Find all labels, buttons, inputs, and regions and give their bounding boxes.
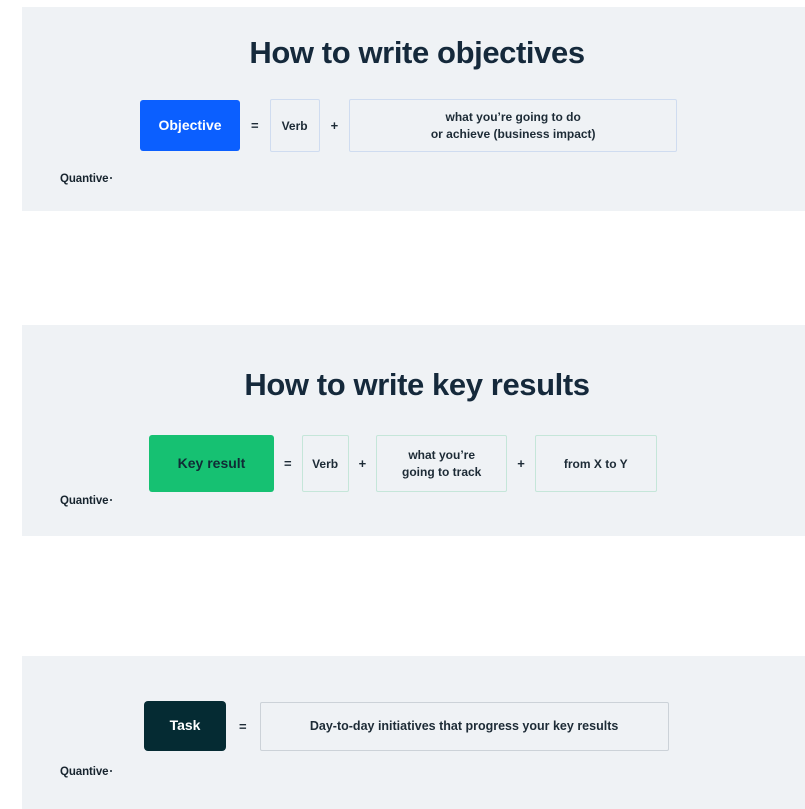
- panel-key-results-heading: How to write key results: [244, 367, 590, 402]
- key-result-chip: Key result: [149, 435, 274, 493]
- objective-formula-row: Objective = Verb + what you’re going to …: [22, 99, 805, 153]
- objective-description-box: what you’re going to do or achieve (busi…: [349, 99, 678, 153]
- equals-operator: =: [284, 456, 292, 472]
- quantive-logo: Quantive: [60, 172, 112, 186]
- objective-description-line1: what you’re going to do: [445, 110, 581, 125]
- registered-mark-icon: [109, 499, 112, 501]
- equals-operator: =: [239, 718, 247, 734]
- plus-operator: +: [330, 118, 339, 134]
- task-description-box: Day-to-day initiatives that progress you…: [259, 701, 669, 751]
- panel-objectives: How to write objectives Objective = Verb…: [22, 7, 805, 211]
- quantive-logo: Quantive: [60, 765, 112, 779]
- key-result-track-line2: going to track: [402, 464, 482, 479]
- plus-operator-1: +: [358, 456, 367, 472]
- panel-tasks: Task = Day-to-day initiatives that progr…: [22, 656, 805, 809]
- registered-mark-icon: [109, 177, 112, 179]
- key-result-verb-box: Verb: [301, 435, 349, 493]
- okr-formula-infographic: How to write objectives Objective = Verb…: [0, 0, 805, 809]
- equals-operator: =: [251, 118, 259, 134]
- quantive-wordmark: Quantive: [60, 172, 109, 185]
- quantive-logo: Quantive: [60, 494, 112, 508]
- key-result-track-box: what you’re going to track: [376, 435, 508, 493]
- key-result-range-box: from X to Y: [534, 435, 657, 493]
- key-result-track-line1: what you’re: [408, 448, 476, 463]
- task-chip: Task: [144, 701, 226, 751]
- key-result-formula-row: Key result = Verb + what you’re going to…: [22, 435, 805, 493]
- plus-operator-2: +: [517, 456, 525, 472]
- quantive-wordmark: Quantive: [60, 494, 109, 507]
- registered-mark-icon: [109, 770, 112, 772]
- quantive-wordmark: Quantive: [60, 765, 109, 778]
- objective-verb-box: Verb: [269, 99, 320, 153]
- task-formula-row: Task = Day-to-day initiatives that progr…: [22, 701, 805, 751]
- panel-key-results: How to write key results Key result = Ve…: [22, 325, 805, 536]
- objective-chip: Objective: [140, 100, 240, 152]
- objective-description-line2: or achieve (business impact): [430, 126, 596, 141]
- panel-objectives-heading: How to write objectives: [249, 35, 585, 70]
